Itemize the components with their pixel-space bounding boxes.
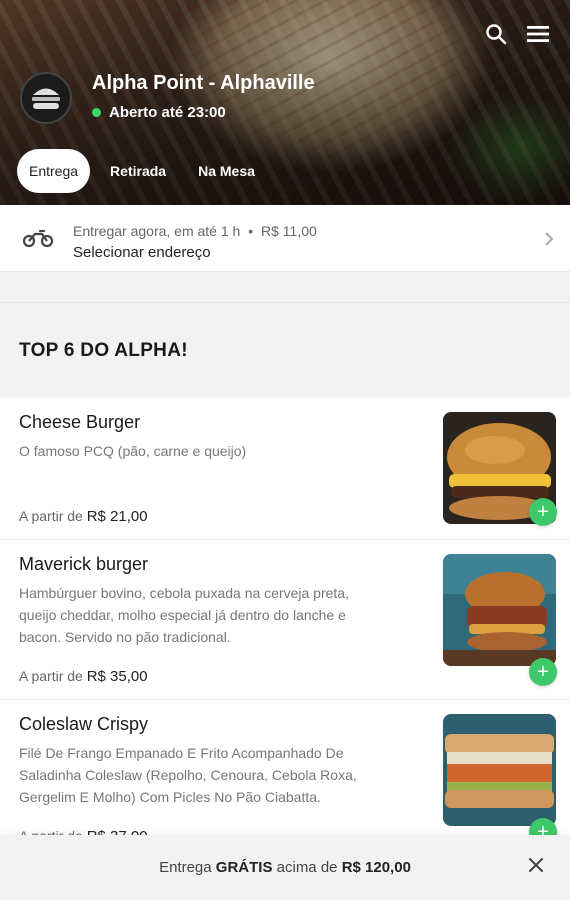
product-description: O famoso PCQ (pão, carne e queijo) [19, 443, 247, 459]
burger-logo-icon [32, 88, 60, 109]
order-type-tabs: Entrega Retirada Na Mesa [17, 149, 267, 193]
product-price: A partir de R$ 35,00 [19, 668, 148, 685]
product-item-cheese-burger[interactable]: Cheese Burger O famoso PCQ (pão, carne e… [0, 398, 570, 540]
tab-entrega[interactable]: Entrega [17, 149, 91, 193]
search-icon[interactable] [482, 20, 510, 48]
delivery-address-row[interactable]: Entregar agora, em até 1 h • R$ 11,00 Se… [0, 205, 570, 272]
product-name: Maverick burger [19, 554, 149, 574]
product-image [443, 714, 556, 826]
product-description: Hambúrguer bovino, cebola puxada na cerv… [19, 585, 349, 645]
delivery-fee: R$ 11,00 [261, 223, 317, 239]
free-delivery-text: Entrega GRÁTIS acima de R$ 120,00 [159, 859, 411, 876]
store-name: Alpha Point - Alphaville [92, 72, 315, 94]
close-icon[interactable] [528, 857, 544, 878]
product-item-maverick-burger[interactable]: Maverick burger Hambúrguer bovino, cebol… [0, 540, 570, 700]
select-address-label: Selecionar endereço [73, 244, 211, 261]
open-status-dot [92, 108, 101, 117]
product-name: Coleslaw Crispy [19, 714, 149, 734]
add-button[interactable]: + [529, 498, 557, 526]
product-price: A partir de R$ 21,00 [19, 508, 148, 525]
menu-icon[interactable] [524, 20, 552, 48]
motorcycle-icon [22, 227, 54, 254]
open-status-text: Aberto até 23:00 [109, 104, 226, 121]
chevron-right-icon [544, 231, 554, 252]
hero-banner: Alpha Point - Alphaville Aberto até 23:0… [0, 0, 570, 205]
section-title: TOP 6 DO ALPHA! [19, 340, 188, 361]
tab-na-mesa[interactable]: Na Mesa [186, 149, 267, 193]
store-status: Aberto até 23:00 [92, 104, 226, 121]
product-description: Filé De Frango Empanado E Frito Acompanh… [19, 745, 357, 805]
tab-retirada[interactable]: Retirada [98, 149, 178, 193]
product-list: Cheese Burger O famoso PCQ (pão, carne e… [0, 398, 570, 860]
add-button[interactable]: + [529, 658, 557, 686]
delivery-separator: • [248, 223, 254, 239]
product-name: Cheese Burger [19, 412, 141, 432]
delivery-info: Entregar agora, em até 1 h • R$ 11,00 [73, 223, 317, 239]
product-image [443, 554, 556, 666]
delivery-time: Entregar agora, em até 1 h [73, 223, 241, 239]
free-delivery-banner: Entrega GRÁTIS acima de R$ 120,00 [0, 835, 570, 900]
store-logo [20, 72, 72, 124]
